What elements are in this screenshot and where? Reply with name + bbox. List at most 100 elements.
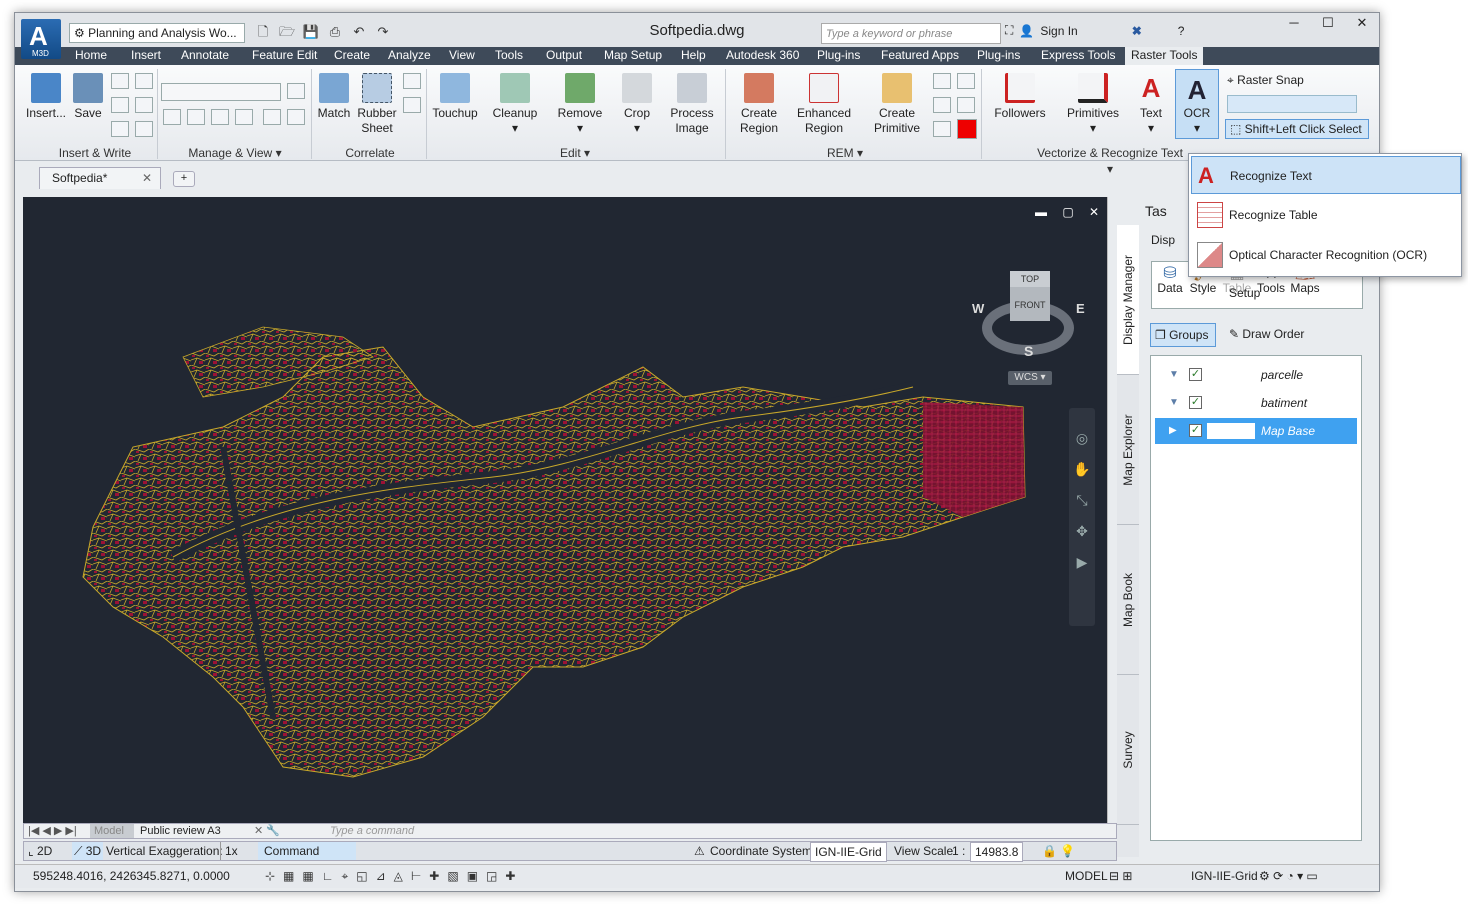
zoom-extents-icon[interactable]: ⤡ [1069, 492, 1095, 509]
maximize-icon[interactable]: ☐ [1311, 13, 1345, 35]
menu-recognize-text[interactable]: A Recognize Text [1191, 156, 1461, 194]
color-swatch-icon[interactable] [957, 119, 977, 139]
showmotion-icon[interactable]: ▶ [1069, 554, 1095, 571]
tab-express-tools[interactable]: Express Tools [1041, 47, 1115, 65]
tab-autodesk-360[interactable]: Autodesk 360 [726, 47, 799, 65]
ocr-button[interactable]: A OCR ▾ [1175, 69, 1219, 139]
raster-snap-toggle[interactable]: ⌖ Raster Snap [1227, 73, 1304, 88]
rem-tool-icon[interactable] [933, 97, 951, 113]
tab-output[interactable]: Output [546, 47, 582, 65]
tab-featured-apps[interactable]: Featured Apps [881, 47, 959, 65]
status-coordinate-system[interactable]: IGN-IIE-Grid [1191, 865, 1258, 887]
layer-row-parcelle[interactable]: ▼ ✓ parcelle [1155, 362, 1357, 388]
panel-rem[interactable]: REM ▾ [785, 145, 905, 161]
workspace-gear-icon[interactable]: ⚙ ⟳ ◔ ▾ ▭ [1259, 865, 1318, 887]
binoculars-icon[interactable]: ⛶ [1005, 23, 1013, 38]
viewport-controls[interactable]: ▬ ▢ ✕ [1035, 205, 1105, 219]
layer-row-map-base[interactable]: ▶ ✓ Map Base [1155, 418, 1357, 444]
primitives-button[interactable]: Primitives ▾ [1059, 73, 1127, 136]
rem-tool-icon[interactable] [933, 73, 951, 89]
rem-tool-icon[interactable] [933, 121, 951, 137]
groups-button[interactable]: ❐ Groups [1150, 323, 1216, 347]
image-tool-icon[interactable] [135, 121, 153, 137]
vertical-exaggeration-value[interactable]: 1x [220, 842, 238, 860]
create-region-button[interactable]: Create Region [731, 73, 787, 136]
cleanup-button[interactable]: Cleanup ▾ [487, 73, 543, 136]
viewcube[interactable]: TOP FRONT W E S WCS ▾ [970, 271, 1088, 393]
drawing-canvas[interactable]: ▬ ▢ ✕ [23, 197, 1113, 823]
wcs-dropdown[interactable]: WCS ▾ [1008, 371, 1052, 385]
close-tab-icon[interactable]: ✕ [142, 168, 152, 189]
orbit-icon[interactable]: ✥ [1069, 523, 1095, 540]
menu-recognize-table[interactable]: Recognize Table [1191, 196, 1461, 234]
panel-vectorize[interactable]: Vectorize & Recognize Text ▾ [1035, 145, 1185, 176]
layout-nav-arrows[interactable]: |◀ ◀ ▶ ▶| [28, 824, 77, 838]
image-tool-icon[interactable] [111, 97, 129, 113]
create-primitive-button[interactable]: Create Primitive [867, 73, 927, 136]
search-input[interactable]: Type a keyword or phrase [821, 23, 1001, 44]
app-logo[interactable]: A M3D [21, 19, 61, 59]
layout-icons[interactable]: ⊟ ⊞ [1109, 865, 1132, 887]
close-icon[interactable]: ✕ [1345, 13, 1379, 35]
new-tab-button[interactable]: + [173, 171, 195, 187]
collapse-icon[interactable]: ▼ [1169, 362, 1179, 388]
rem-tool-icon[interactable] [957, 73, 975, 89]
minimize-icon[interactable]: ─ [1277, 13, 1311, 35]
insert-button[interactable]: Insert... [25, 73, 67, 121]
save-raster-button[interactable]: Save [70, 73, 106, 121]
zoom-icon[interactable] [163, 109, 181, 125]
layer-checkbox[interactable]: ✓ [1189, 424, 1202, 437]
layer-checkbox[interactable]: ✓ [1189, 396, 1202, 409]
data-button[interactable]: ⛁ Data [1156, 266, 1184, 296]
frame-icon[interactable] [287, 109, 305, 125]
view-scale-value[interactable]: 14983.8 [970, 842, 1024, 862]
tab-insert[interactable]: Insert [131, 47, 161, 65]
remove-button[interactable]: Remove ▾ [553, 73, 607, 136]
panel-correlate[interactable]: Correlate [315, 145, 425, 161]
draw-order-button[interactable]: ✎ Draw Order [1229, 327, 1304, 341]
tab-raster-tools[interactable]: Raster Tools [1125, 47, 1204, 65]
vtab-display-manager[interactable]: Display Manager [1117, 225, 1139, 375]
tab-view[interactable]: View [449, 47, 475, 65]
compass-south[interactable]: S [1024, 343, 1033, 359]
lock-icon[interactable]: 🔒 💡 [1042, 842, 1075, 860]
help-icon[interactable]: ? [1178, 24, 1185, 38]
tab-help[interactable]: Help [681, 47, 706, 65]
view-2d-button[interactable]: ⌞ 2D [28, 842, 52, 860]
remove-icon[interactable] [211, 109, 229, 125]
expand-icon[interactable]: ▶ [1169, 418, 1177, 444]
vtab-map-explorer[interactable]: Map Explorer [1117, 375, 1139, 525]
snap-mode-buttons[interactable] [1227, 95, 1357, 113]
vtab-map-book[interactable]: Map Book [1117, 525, 1139, 675]
drafting-toggles[interactable]: ⊹▦▦∟⌖◱⊿◬⊢✚▧▣◲✚ [265, 865, 523, 887]
followers-button[interactable]: Followers [989, 73, 1051, 121]
viewcube-front[interactable]: FRONT [1010, 287, 1050, 321]
image-tool-icon[interactable] [135, 73, 153, 89]
view-3d-button[interactable]: ⟋ 3D [72, 842, 104, 860]
menu-ocr-setup[interactable]: Optical Character Recognition (OCR) Setu… [1191, 236, 1461, 300]
correlate-tool-icon[interactable] [403, 97, 421, 113]
image-tool-icon[interactable] [135, 97, 153, 113]
tab-annotate[interactable]: Annotate [181, 47, 229, 65]
rem-tool-icon[interactable] [957, 97, 975, 113]
edit-icon[interactable] [235, 109, 253, 125]
rubber-sheet-button[interactable]: Rubber Sheet [355, 73, 399, 136]
command-label[interactable]: Command [258, 842, 356, 860]
tab-tools[interactable]: Tools [495, 47, 523, 65]
command-close-icon[interactable]: ✕ 🔧 [254, 824, 280, 838]
exchange-icon[interactable]: ✖ [1132, 24, 1142, 38]
layer-checkbox[interactable]: ✓ [1189, 368, 1202, 381]
layout-tab[interactable]: Public review A3 [140, 824, 221, 838]
panel-edit[interactable]: Edit ▾ [515, 145, 635, 161]
crop-button[interactable]: Crop ▾ [615, 73, 659, 136]
steering-wheel-icon[interactable]: ◎ [1069, 430, 1095, 447]
image-tool-icon[interactable] [111, 73, 129, 89]
tab-map-setup[interactable]: Map Setup [604, 47, 662, 65]
panel-manage-view[interactable]: Manage & View ▾ [165, 145, 305, 161]
model-space-button[interactable]: MODEL [1065, 865, 1108, 887]
sign-in-link[interactable]: Sign In [1040, 24, 1077, 38]
compass-west[interactable]: W [972, 301, 984, 316]
coordinate-system-value[interactable]: IGN-IIE-Grid [810, 842, 887, 862]
tab-home[interactable]: Home [75, 47, 107, 65]
image-select-dropdown[interactable] [161, 83, 281, 101]
